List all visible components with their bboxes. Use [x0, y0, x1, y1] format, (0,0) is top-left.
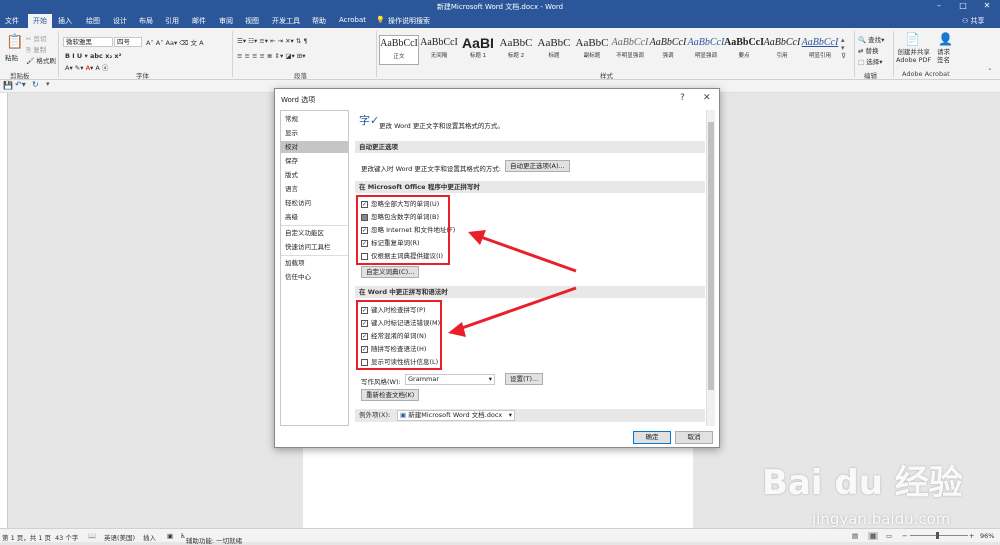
- watermark-url: jingyan.baidu.com: [812, 510, 951, 528]
- annotation-arrow-line: [477, 234, 577, 273]
- baidu-watermark: Bai du 经验 jingyan.baidu.com: [762, 455, 982, 535]
- watermark-brand: Bai du 经验: [762, 463, 963, 503]
- annotation-arrowhead: [448, 322, 466, 337]
- annotation-arrow-line: [458, 286, 577, 331]
